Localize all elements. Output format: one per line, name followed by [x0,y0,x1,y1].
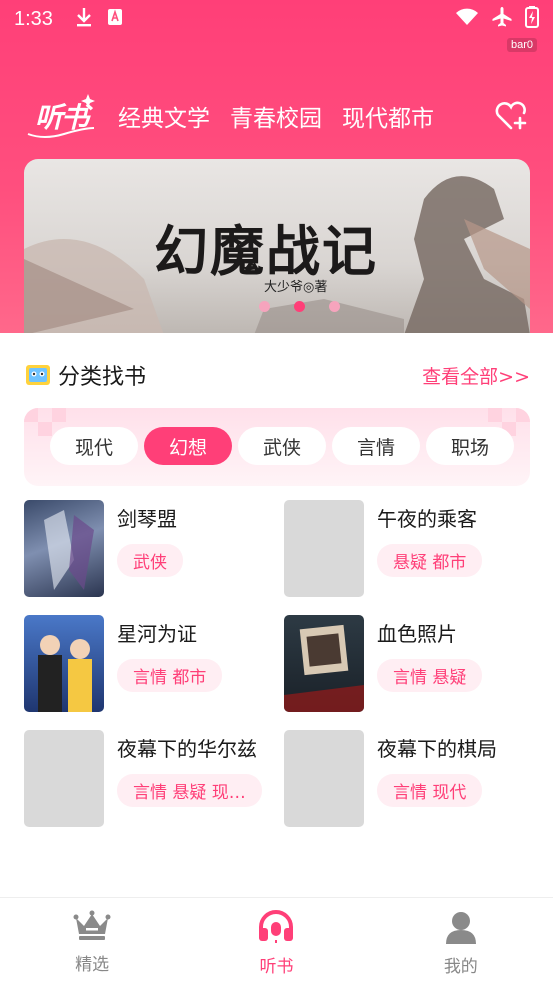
book-cover [24,500,104,597]
book-item[interactable]: 夜幕下的棋局 言情 现代 [284,730,529,828]
status-bar: 1:33 [0,0,553,38]
view-all-link[interactable]: 查看全部>> [422,362,530,389]
debug-badge: bar0 [506,38,537,52]
nav-tab-classic-literature[interactable]: 经典文学 [118,99,210,133]
bottom-tab-bar: 精选 听书 我的 [0,897,553,983]
book-tags: 言情 都市 [117,659,223,692]
tab-label: 精选 [75,955,110,975]
category-tabs: 现代 幻想 武侠 言情 职场 [24,408,530,486]
book-tags: 言情 悬疑 现… [117,774,262,807]
book-cover-placeholder [284,500,364,597]
nav-tab-modern-urban[interactable]: 现代都市 [342,99,434,133]
section-title: 分类找书 [58,365,147,390]
book-item[interactable]: 夜幕下的华尔兹 言情 悬疑 现… [24,730,269,828]
banner-carousel[interactable]: 幻魔战记 大少爷◎著 [24,159,530,335]
carousel-dots [259,301,340,312]
book-cover [284,615,364,712]
battery-icon [525,6,539,32]
crown-icon [73,910,111,946]
book-title: 夜幕下的华尔兹 [117,737,257,761]
status-time: 1:33 [14,7,53,30]
section-header: 分类找书 查看全部>> [24,357,530,393]
headphones-icon [257,910,295,948]
book-tags: 悬疑 都市 [377,544,483,577]
book-title: 夜幕下的棋局 [377,737,497,761]
banner-title: 幻魔战记 [154,219,378,283]
heart-plus-icon[interactable] [493,98,529,134]
book-tags: 武侠 [117,544,183,577]
carousel-dot[interactable] [329,301,340,312]
wifi-icon [455,8,479,30]
book-title: 剑琴盟 [117,507,177,531]
book-tags: 言情 现代 [377,774,483,807]
carousel-dot[interactable] [259,301,270,312]
top-nav: 听书 经典文学 青春校园 现代都市 [0,88,553,144]
banner-author: 大少爷◎著 [264,280,328,295]
airplane-icon [491,6,513,32]
book-item[interactable]: 剑琴盟 武侠 [24,500,269,598]
tab-mine[interactable]: 我的 [369,898,553,983]
carousel-dot-active[interactable] [294,301,305,312]
category-chip-wuxia[interactable]: 武侠 [238,427,326,465]
tab-audiobook[interactable]: 听书 [184,898,368,983]
category-chip-modern[interactable]: 现代 [50,427,138,465]
book-item[interactable]: 星河为证 言情 都市 [24,615,269,713]
book-title: 血色照片 [377,622,457,646]
tab-label: 我的 [443,957,478,977]
tab-featured[interactable]: 精选 [0,898,184,983]
category-chip-fantasy[interactable]: 幻想 [144,427,232,465]
tab-label: 听书 [259,957,294,977]
book-tags: 言情 悬疑 [377,659,483,692]
book-title: 午夜的乘客 [377,507,477,531]
book-cover-placeholder [284,730,364,827]
category-chip-workplace[interactable]: 职场 [426,427,514,465]
category-section: 分类找书 查看全部>> 现代 幻想 武侠 言情 职场 剑琴盟 武侠 午夜的乘客 [0,333,553,897]
nav-tab-youth-campus[interactable]: 青春校园 [230,99,322,133]
download-icon [75,7,93,31]
book-cover-placeholder [24,730,104,827]
book-item[interactable]: 午夜的乘客 悬疑 都市 [284,500,529,598]
category-chip-romance[interactable]: 言情 [332,427,420,465]
text-notification-icon [107,8,123,30]
book-title: 星河为证 [117,622,197,646]
book-category-icon [24,361,52,389]
app-logo: 听书 [24,90,98,142]
user-icon [444,910,478,948]
book-item[interactable]: 血色照片 言情 悬疑 [284,615,529,713]
book-cover [24,615,104,712]
